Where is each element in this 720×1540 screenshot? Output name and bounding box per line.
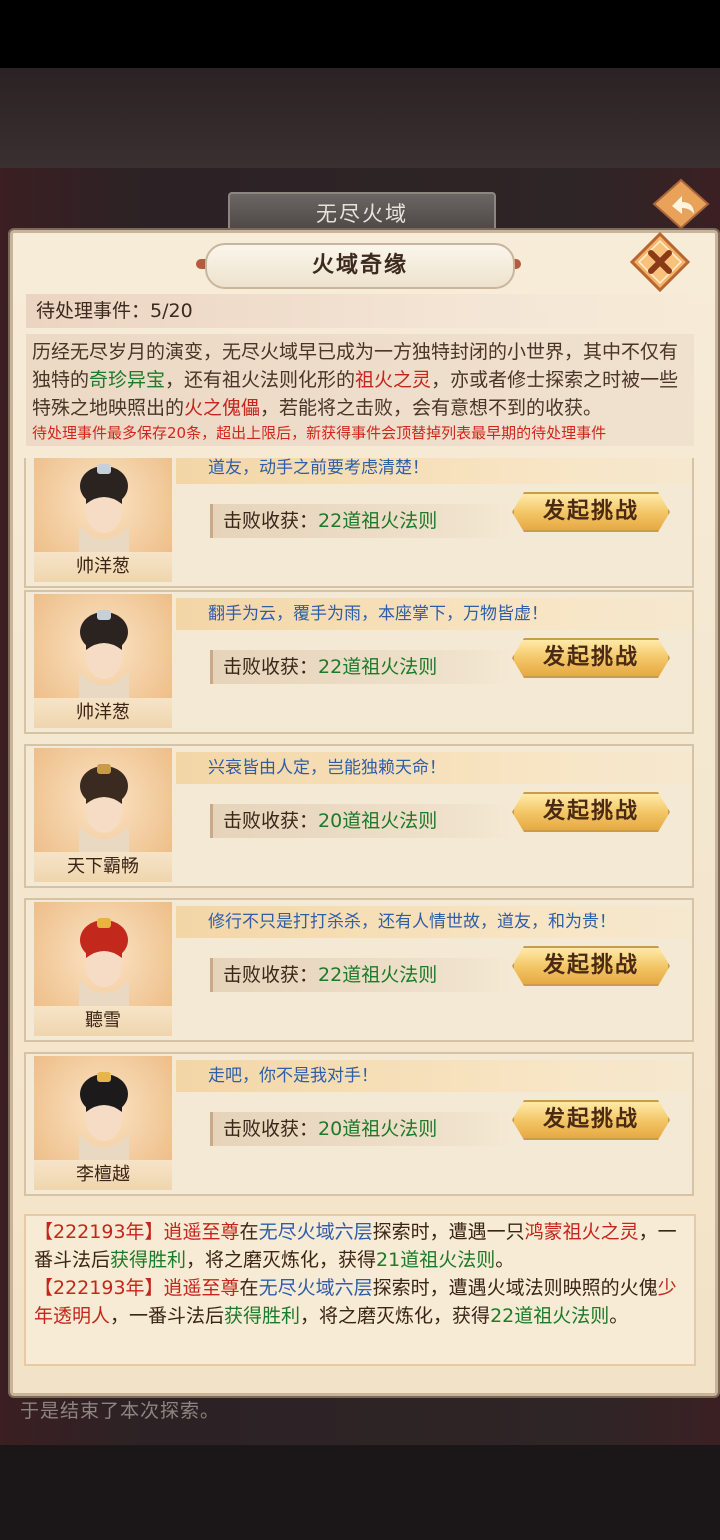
character-name: 天下霸畅 (34, 852, 172, 882)
log-text: ，一番斗法后 (110, 1305, 225, 1327)
log-location: 无尽火域六层 (258, 1277, 373, 1299)
reward-text: 击败收获：22道祖火法则 (210, 650, 510, 684)
character-quote: 道友，动手之前要考虑清楚！ (176, 458, 692, 484)
background-bottom (0, 1445, 720, 1540)
reward-text: 击败收获：20道祖火法则 (210, 804, 510, 838)
reward-value: 22道祖火法则 (318, 510, 438, 532)
reward-label: 击败收获： (223, 656, 319, 678)
log-location: 无尽火域六层 (258, 1221, 373, 1243)
storage-warning: 待处理事件最多保存20条，超出上限后，新获得事件会顶替掉列表最早期的待处理事件 (32, 424, 607, 442)
back-icon[interactable] (652, 178, 710, 230)
event-card: 帅洋葱 道友，动手之前要考虑清楚！ 击败收获：22道祖火法则 发起挑战 (24, 458, 694, 588)
character-avatar (79, 464, 129, 552)
close-icon[interactable] (630, 232, 690, 292)
event-card: 帅洋葱 翻手为云，覆手为雨，本座掌下，万物皆虚！ 击败收获：22道祖火法则 发起… (24, 590, 694, 734)
background-band (0, 68, 720, 168)
desc-text: ，若能将之击败，会有意想不到的收获。 (260, 397, 603, 419)
reward-text: 击败收获：20道祖火法则 (210, 1112, 510, 1146)
character-avatar (79, 1072, 129, 1160)
log-text: ，将之磨灭炼化，获得 (300, 1305, 491, 1327)
reward-text: 击败收获：22道祖火法则 (210, 504, 510, 538)
log-entry: 【222193年】逍遥至尊在无尽火域六层探索时，遭遇一只鸿蒙祖火之灵，一番斗法后… (34, 1218, 686, 1274)
character-quote: 修行不只是打打杀杀，还有人情世故，道友，和为贵！ (176, 906, 692, 938)
challenge-button[interactable]: 发起挑战 (512, 492, 670, 532)
character-quote: 兴衰皆由人定，岂能独赖天命！ (176, 752, 692, 784)
panel-title: 火域奇缘 (205, 243, 515, 289)
desc-highlight-treasure: 奇珍异宝 (89, 369, 166, 391)
log-text: 在 (239, 1277, 259, 1299)
challenge-button[interactable]: 发起挑战 (512, 792, 670, 832)
battle-log: 【222193年】逍遥至尊在无尽火域六层探索时，遭遇一只鸿蒙祖火之灵，一番斗法后… (24, 1214, 696, 1366)
character-avatar (79, 764, 129, 852)
challenge-button[interactable]: 发起挑战 (512, 1100, 670, 1140)
reward-text: 击败收获：22道祖火法则 (210, 958, 510, 992)
event-list[interactable]: 帅洋葱 道友，动手之前要考虑清楚！ 击败收获：22道祖火法则 发起挑战 帅洋葱 … (24, 458, 696, 1198)
character-name: 聽雪 (34, 1006, 172, 1036)
character-quote: 翻手为云，覆手为雨，本座掌下，万物皆虚！ (176, 598, 692, 630)
log-text: 探索时，遭遇火域法则映照的火傀 (372, 1277, 658, 1299)
log-text: 。 (609, 1305, 629, 1327)
pending-count: 5/20 (150, 300, 193, 322)
pending-events-bar: 待处理事件：5/20 (26, 294, 694, 328)
log-gain: 21道祖火法则 (376, 1249, 496, 1271)
log-result: 获得胜利 (224, 1305, 301, 1327)
desc-highlight-puppet: 火之傀儡 (184, 397, 261, 419)
log-player: 逍遥至尊 (163, 1277, 240, 1299)
reward-value: 20道祖火法则 (318, 810, 438, 832)
log-result: 获得胜利 (110, 1249, 187, 1271)
log-entry: 【222193年】逍遥至尊在无尽火域六层探索时，遭遇火域法则映照的火傀少年透明人… (34, 1274, 686, 1330)
log-year: 【222193年】 (34, 1277, 164, 1299)
reward-label: 击败收获： (223, 1118, 319, 1140)
description-box: 历经无尽岁月的演变，无尽火域早已成为一方独特封闭的小世界，其中不仅有独特的奇珍异… (26, 334, 694, 446)
character-name: 帅洋葱 (34, 552, 172, 582)
event-card: 天下霸畅 兴衰皆由人定，岂能独赖天命！ 击败收获：20道祖火法则 发起挑战 (24, 744, 694, 888)
character-quote: 走吧，你不是我对手！ (176, 1060, 692, 1092)
event-card: 聽雪 修行不只是打打杀杀，还有人情世故，道友，和为贵！ 击败收获：22道祖火法则… (24, 898, 694, 1042)
log-text: ，将之磨灭炼化，获得 (186, 1249, 377, 1271)
desc-text: ，还有祖火法则化形的 (165, 369, 356, 391)
log-year: 【222193年】 (34, 1221, 164, 1243)
challenge-button[interactable]: 发起挑战 (512, 638, 670, 678)
reward-label: 击败收获： (223, 810, 319, 832)
character-name: 帅洋葱 (34, 698, 172, 728)
log-gain: 22道祖火法则 (490, 1305, 610, 1327)
reward-value: 22道祖火法则 (318, 964, 438, 986)
log-text: 在 (239, 1221, 259, 1243)
log-text: 探索时，遭遇一只 (372, 1221, 525, 1243)
character-avatar (79, 918, 129, 1006)
log-text: 。 (495, 1249, 515, 1271)
desc-highlight-spirit: 祖火之灵 (355, 369, 432, 391)
pending-label: 待处理事件： (36, 300, 151, 322)
challenge-button[interactable]: 发起挑战 (512, 946, 670, 986)
reward-label: 击败收获： (223, 964, 319, 986)
log-target: 鸿蒙祖火之灵 (524, 1221, 639, 1243)
character-name: 李檀越 (34, 1160, 172, 1190)
character-avatar (79, 610, 129, 698)
event-card: 李檀越 走吧，你不是我对手！ 击败收获：20道祖火法则 发起挑战 (24, 1052, 694, 1196)
exploration-end-text: 于是结束了本次探索。 (20, 1400, 221, 1422)
log-player: 逍遥至尊 (163, 1221, 240, 1243)
reward-value: 22道祖火法则 (318, 656, 438, 678)
reward-value: 20道祖火法则 (318, 1118, 438, 1140)
reward-label: 击败收获： (223, 510, 319, 532)
status-bar (0, 0, 720, 68)
